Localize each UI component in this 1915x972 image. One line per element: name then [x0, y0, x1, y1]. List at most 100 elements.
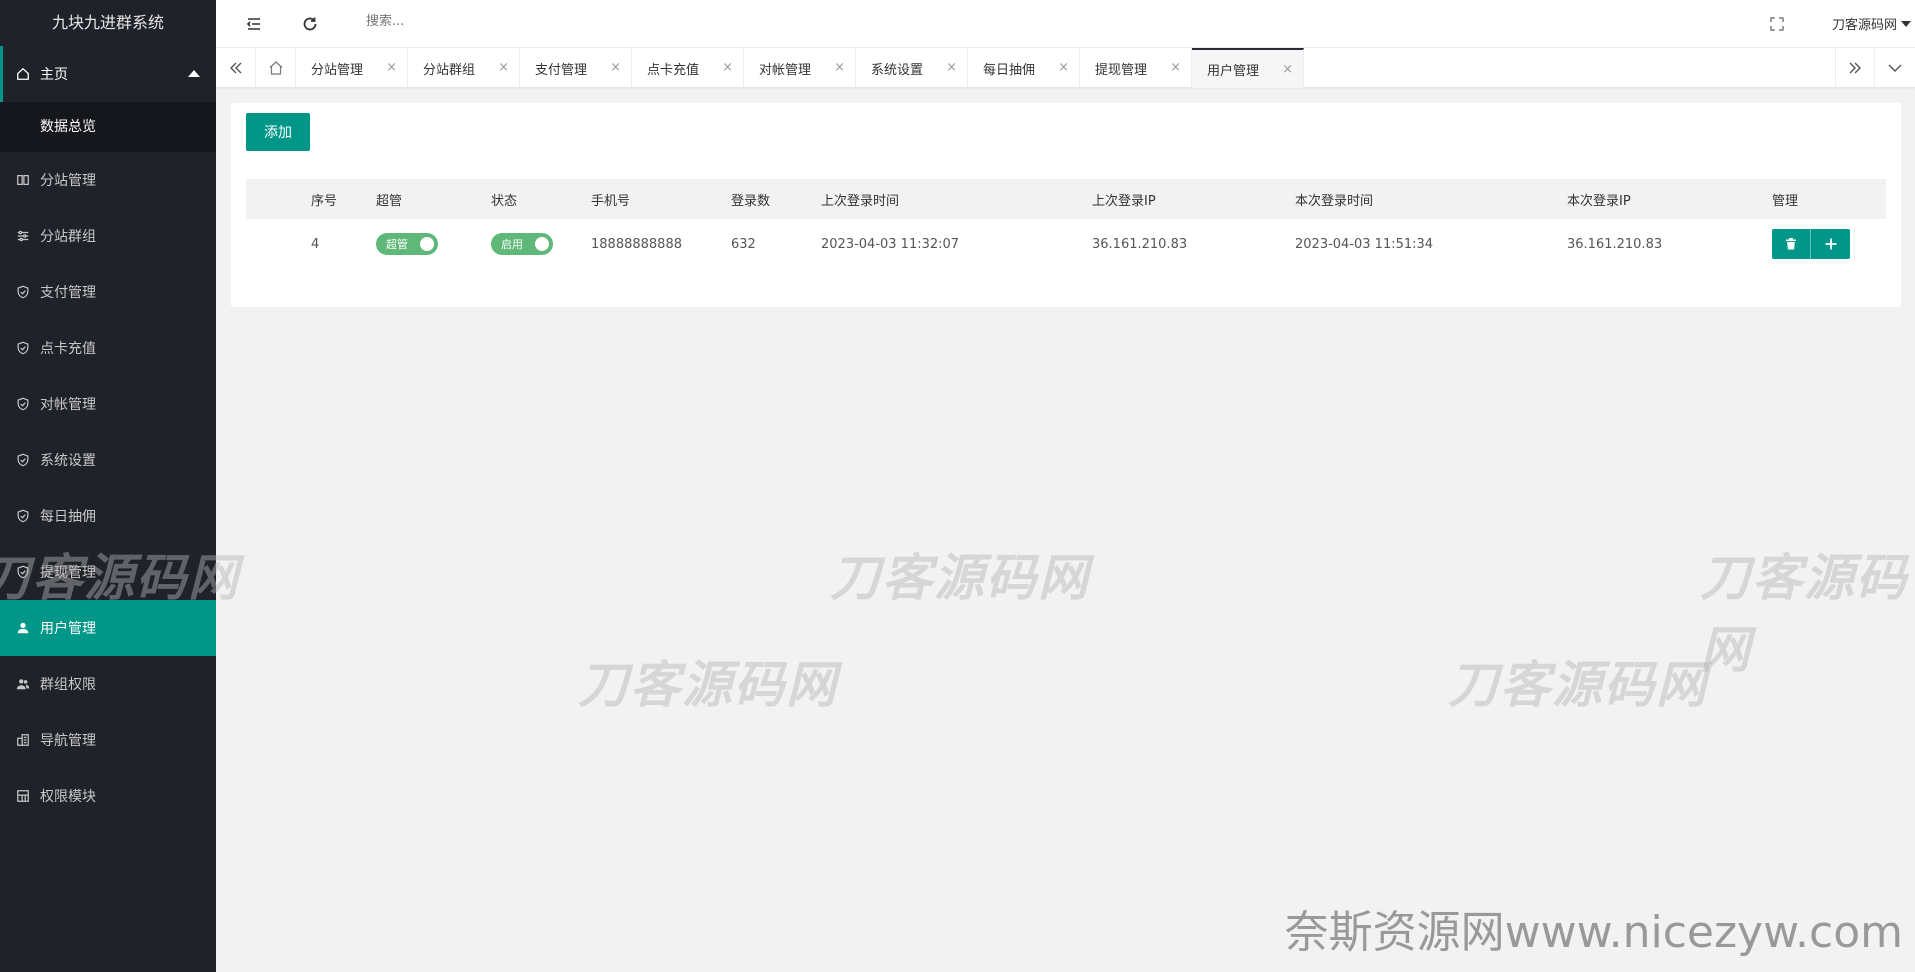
sidebar-item-permission-module[interactable]: 权限模块	[0, 768, 216, 824]
shield-check-icon	[16, 565, 30, 579]
add-button[interactable]: 添加	[246, 113, 310, 151]
cell-last-time: 2023-04-03 11:32:07	[821, 236, 960, 252]
action-group	[1772, 229, 1850, 259]
app-logo[interactable]: 九块九进群系统	[0, 0, 216, 46]
top-bar: 刀客源码网	[216, 0, 1915, 48]
shield-check-icon	[16, 397, 30, 411]
tab-label: 每日抽佣	[983, 62, 1036, 78]
sidebar-item-reconcile[interactable]: 对帐管理	[0, 376, 216, 432]
sidebar-item-label: 对帐管理	[40, 397, 96, 413]
caret-up-icon	[188, 70, 200, 77]
column-header: 管理	[1772, 193, 1799, 209]
tab-card-recharge[interactable]: 点卡充值 ×	[632, 48, 744, 88]
sidebar-item-label: 点卡充值	[40, 341, 96, 357]
column-header: 超管	[376, 193, 403, 209]
close-icon[interactable]: ×	[722, 60, 733, 75]
watermark-text: 刀客源码网	[830, 549, 1090, 607]
sidebar-item-withdraw[interactable]: 提现管理	[0, 544, 216, 600]
tabs-menu-chevron-down-icon[interactable]	[1875, 48, 1915, 88]
cell-this-time: 2023-04-03 11:51:34	[1295, 236, 1434, 252]
sidebar-item-label: 导航管理	[40, 733, 96, 749]
column-header: 上次登录IP	[1092, 193, 1156, 209]
users-table: 序号 超管 状态 手机号 登录数 上次登录时间 上次登录IP 本次登录时间 本次…	[246, 179, 1886, 269]
columns-icon	[16, 173, 30, 187]
caret-down-icon	[1901, 20, 1911, 27]
content-card: 添加 序号 超管 状态 手机号 登录数 上次登录时间 上次登录IP 本次登录时间…	[231, 103, 1901, 307]
users-icon	[16, 677, 30, 691]
cell-actions	[1772, 219, 1850, 269]
column-header: 上次登录时间	[821, 193, 900, 209]
tab-label: 系统设置	[871, 62, 924, 78]
sidebar-item-label: 用户管理	[40, 621, 96, 637]
tab-list: 分站管理 × 分站群组 × 支付管理 × 点卡充值 × 对帐管理 × 系统设置 × 每日抽佣…	[296, 48, 1304, 88]
cell-admin: 超管	[376, 219, 438, 269]
tab-payment[interactable]: 支付管理 ×	[520, 48, 632, 88]
tab-label: 分站群组	[423, 62, 476, 78]
column-header: 本次登录IP	[1567, 193, 1631, 209]
tab-withdraw[interactable]: 提现管理 ×	[1080, 48, 1192, 88]
sidebar-item-label: 主页	[40, 67, 68, 83]
admin-toggle[interactable]: 超管	[376, 233, 438, 255]
tab-label: 点卡充值	[647, 62, 700, 78]
sidebar-subitem-overview[interactable]: 数据总览	[0, 102, 216, 152]
close-icon[interactable]: ×	[946, 60, 957, 75]
delete-button[interactable]	[1772, 229, 1811, 259]
tab-daily-commission[interactable]: 每日抽佣 ×	[968, 48, 1080, 88]
user-name: 刀客源码网	[1831, 18, 1897, 33]
cell-phone: 18888888888	[591, 236, 682, 252]
tab-reconcile[interactable]: 对帐管理 ×	[744, 48, 856, 88]
sidebar-item-label: 分站管理	[40, 173, 96, 189]
close-icon[interactable]: ×	[386, 60, 397, 75]
tab-substation[interactable]: 分站管理 ×	[296, 48, 408, 88]
sidebar: 九块九进群系统 主页 数据总览 分站管理 分站群组 支付管理 点卡充值 对帐管理…	[0, 0, 216, 972]
shield-check-icon	[16, 341, 30, 355]
tab-system-settings[interactable]: 系统设置 ×	[856, 48, 968, 88]
column-header: 登录数	[731, 193, 771, 209]
watermark-text: 刀客源码网	[578, 656, 838, 714]
sidebar-item-payment[interactable]: 支付管理	[0, 264, 216, 320]
sidebar-item-group-permission[interactable]: 群组权限	[0, 656, 216, 712]
home-icon	[16, 67, 30, 81]
tabs-scroll-left-icon[interactable]	[216, 48, 256, 88]
tabs-bar: 分站管理 × 分站群组 × 支付管理 × 点卡充值 × 对帐管理 × 系统设置 × 每日抽佣…	[216, 48, 1915, 88]
shield-check-icon	[16, 453, 30, 467]
plus-icon	[1825, 238, 1836, 250]
sidebar-item-home[interactable]: 主页	[0, 46, 216, 102]
cell-id: 4	[311, 236, 320, 252]
sidebar-item-card-recharge[interactable]: 点卡充值	[0, 320, 216, 376]
menu-collapse-icon[interactable]	[244, 14, 264, 34]
close-icon[interactable]: ×	[1058, 60, 1069, 75]
sidebar-item-system-settings[interactable]: 系统设置	[0, 432, 216, 488]
table-row: 4 超管 启用 18888888888 632 2023-04-03 11:32…	[246, 219, 1886, 269]
status-toggle[interactable]: 启用	[491, 233, 553, 255]
tab-substation-group[interactable]: 分站群组 ×	[408, 48, 520, 88]
fullscreen-icon[interactable]	[1767, 14, 1787, 34]
refresh-icon[interactable]	[300, 14, 320, 34]
home-tab-icon[interactable]	[256, 48, 296, 88]
sidebar-item-label: 提现管理	[40, 565, 96, 581]
tabs-scroll-right-icon[interactable]	[1835, 48, 1875, 88]
cell-last-ip: 36.161.210.83	[1092, 236, 1188, 252]
close-icon[interactable]: ×	[1282, 62, 1293, 77]
sidebar-item-label: 分站群组	[40, 229, 96, 245]
sidebar-item-label: 支付管理	[40, 285, 96, 301]
toggle-knob	[535, 237, 549, 251]
cell-logins: 632	[731, 236, 756, 252]
search-input[interactable]	[366, 14, 666, 29]
column-header: 手机号	[591, 193, 631, 209]
user-menu[interactable]: 刀客源码网	[1832, 14, 1911, 33]
sidebar-item-users[interactable]: 用户管理	[0, 600, 216, 656]
sidebar-item-substation[interactable]: 分站管理	[0, 152, 216, 208]
close-icon[interactable]: ×	[1170, 60, 1181, 75]
close-icon[interactable]: ×	[498, 60, 509, 75]
sidebar-item-substation-group[interactable]: 分站群组	[0, 208, 216, 264]
close-icon[interactable]: ×	[834, 60, 845, 75]
tab-label: 支付管理	[535, 62, 588, 78]
tab-users[interactable]: 用户管理 ×	[1192, 48, 1304, 88]
toggle-label: 超管	[386, 238, 408, 251]
add-row-button[interactable]	[1811, 229, 1850, 259]
sidebar-item-daily-commission[interactable]: 每日抽佣	[0, 488, 216, 544]
building-icon	[16, 733, 30, 747]
sidebar-item-navigation[interactable]: 导航管理	[0, 712, 216, 768]
close-icon[interactable]: ×	[610, 60, 621, 75]
